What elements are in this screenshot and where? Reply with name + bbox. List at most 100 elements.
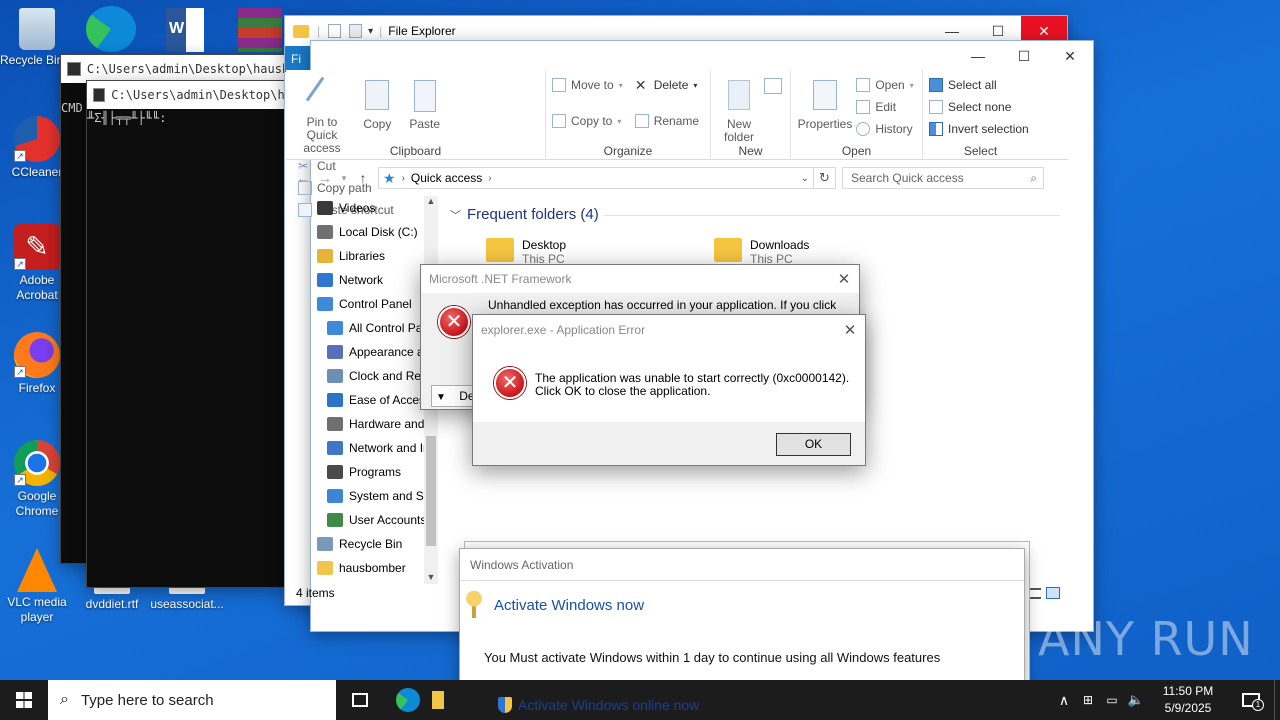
invert-selection-button[interactable]: Invert selection: [929, 118, 1032, 140]
activate-online-link[interactable]: Activate Windows online now: [498, 697, 699, 713]
copy-icon: [365, 80, 390, 110]
back-arrow-icon[interactable]: ←: [292, 170, 314, 186]
task-view-button[interactable]: [336, 680, 384, 720]
edge-desktop-icon[interactable]: [86, 6, 136, 52]
history-icon: [856, 122, 871, 136]
taskbar-explorer-button[interactable]: [432, 680, 446, 720]
anyrun-watermark: ANY RUN: [1038, 612, 1254, 666]
folder-icon: [486, 238, 514, 262]
copy-to-button[interactable]: Copy to ▾: [552, 110, 623, 132]
minimize-button[interactable]: —: [955, 41, 1001, 71]
maximize-button[interactable]: ☐: [1001, 41, 1047, 71]
error-icon: ✕: [494, 367, 526, 399]
new-folder-quick-icon[interactable]: [349, 24, 363, 38]
show-hidden-icons-button[interactable]: ∧: [1052, 692, 1076, 709]
nav-item[interactable]: User Accounts: [315, 508, 438, 532]
folder-tile-downloads[interactable]: Downloads This PC: [714, 238, 809, 266]
notification-center-button[interactable]: 1: [1228, 680, 1274, 720]
up-arrow-icon[interactable]: ↑: [352, 170, 374, 186]
nav-item-icon: [317, 249, 333, 263]
application-error-dialog[interactable]: explorer.exe - Application Error ✕ ✕ The…: [472, 314, 866, 466]
edit-button[interactable]: Edit: [856, 96, 913, 118]
clock[interactable]: 11:50 PM 5/9/2025: [1148, 683, 1228, 717]
volume-icon[interactable]: 🔈: [1124, 692, 1148, 708]
move-to-button[interactable]: Move to ▾: [552, 74, 623, 96]
nav-item-label: Libraries: [339, 249, 386, 263]
nav-item[interactable]: hausbomber: [315, 556, 438, 580]
dotnet-dialog-titlebar[interactable]: Microsoft .NET Framework ✕: [421, 265, 859, 293]
properties-quick-icon[interactable]: [328, 24, 342, 38]
console-front-titlebar[interactable]: C:\Users\admin\Desktop\hausb: [87, 81, 285, 109]
network-tray-icon[interactable]: ⊞: [1076, 693, 1100, 707]
ribbon: Pin to Quick access Copy Paste ✂ Cut Copy…: [286, 70, 1068, 217]
address-bar[interactable]: ★ › Quick access › ⌄: [378, 167, 814, 189]
close-icon[interactable]: ✕: [829, 270, 859, 288]
frequent-divider: [604, 215, 1060, 216]
start-button[interactable]: [0, 680, 48, 720]
vlc-icon: [17, 548, 57, 592]
nav-item-icon: [327, 465, 343, 479]
chevron-down-icon[interactable]: ▾: [368, 26, 373, 37]
new-item-icon[interactable]: [764, 78, 783, 94]
history-button[interactable]: History: [856, 118, 913, 140]
pin-icon: [305, 76, 339, 112]
select-all-button[interactable]: Select all: [929, 74, 1032, 96]
word-desktop-icon[interactable]: W: [166, 8, 204, 52]
pin-to-quick-access-button[interactable]: Pin to Quick access: [292, 74, 352, 155]
nav-item[interactable]: System and Sec: [315, 484, 438, 508]
forward-arrow-icon[interactable]: →: [314, 170, 336, 186]
nav-item-icon: [317, 201, 333, 215]
nav-item[interactable]: Hardware and: [315, 412, 438, 436]
search-box[interactable]: Search Quick access ⌕: [842, 167, 1044, 189]
wired-network-icon[interactable]: ▭: [1100, 693, 1124, 707]
nav-item[interactable]: Local Disk (C:): [315, 220, 438, 244]
ribbon-group-select: Select all Select none Invert selection …: [923, 70, 1038, 160]
scrollbar-thumb[interactable]: [426, 436, 436, 546]
taskbar-search-box[interactable]: ⌕ Type here to search: [48, 680, 336, 720]
taskbar-edge-button[interactable]: [384, 680, 432, 720]
ribbon-group-label: Organize: [603, 144, 653, 158]
windows-activation-window[interactable]: Windows Activation Activate Windows now …: [459, 548, 1025, 688]
nav-item[interactable]: Programs: [315, 460, 438, 484]
nav-item[interactable]: Recycle Bin: [315, 532, 438, 556]
winrar-desktop-icon[interactable]: [238, 8, 282, 52]
nav-item-label: User Accounts: [349, 513, 427, 527]
nav-item-label: Videos: [339, 201, 376, 215]
address-dropdown-icon[interactable]: ⌄: [801, 173, 809, 184]
show-desktop-button[interactable]: [1274, 680, 1280, 720]
new-folder-button[interactable]: New folder: [717, 74, 761, 144]
close-button[interactable]: ✕: [1047, 41, 1093, 71]
properties-button[interactable]: Properties: [797, 74, 853, 131]
nav-item-label: Recycle Bin: [339, 537, 403, 551]
navigation-pane[interactable]: Videos Local Disk (C:) Libraries Network Con…: [310, 196, 438, 584]
folder-tile-desktop[interactable]: Desktop This PC: [486, 238, 566, 266]
select-none-icon: [929, 100, 943, 114]
large-icons-view-icon[interactable]: [1046, 587, 1060, 599]
address-row: ← → ▾ ↑ ★ › Quick access › ⌄ ↻ Search Qu…: [286, 165, 1068, 191]
console-back-titlebar[interactable]: C:\Users\admin\Desktop\hausbomb: [61, 55, 309, 83]
copy-button[interactable]: Copy: [355, 74, 399, 131]
frequent-folders-header[interactable]: ﹀ Frequent folders (4): [450, 206, 599, 223]
invert-selection-icon: [929, 122, 943, 136]
open-button[interactable]: Open ▾: [856, 74, 914, 96]
explorer-titlebar[interactable]: — ☐ ✕: [311, 41, 1093, 71]
nav-item-label: Appearance ar: [349, 345, 428, 359]
nav-item[interactable]: Videos: [315, 196, 438, 220]
nav-item-label: Network and Ir: [349, 441, 428, 455]
console-window-front[interactable]: C:\Users\admin\Desktop\hausb ╨Σ╢├╤╤╨├╙╙:: [86, 80, 286, 588]
file-tab[interactable]: Fi: [285, 46, 311, 72]
app-error-titlebar[interactable]: explorer.exe - Application Error ✕: [473, 315, 865, 345]
close-icon[interactable]: ✕: [835, 321, 865, 339]
nav-item[interactable]: Network and Ir: [315, 436, 438, 460]
rename-button[interactable]: Rename: [634, 110, 699, 132]
ok-button[interactable]: OK: [776, 433, 851, 456]
recent-chevron-icon[interactable]: ▾: [336, 173, 352, 184]
firefox-icon: ↗: [14, 332, 60, 378]
details-view-icon[interactable]: [1029, 588, 1041, 599]
delete-button[interactable]: ✕ Delete ▾: [635, 74, 699, 96]
activation-titlebar[interactable]: Windows Activation: [460, 549, 1024, 581]
refresh-button[interactable]: ↻: [814, 167, 836, 189]
paste-button[interactable]: Paste: [403, 74, 447, 131]
select-none-button[interactable]: Select none: [929, 96, 1032, 118]
item-count: 4 items: [296, 586, 335, 600]
